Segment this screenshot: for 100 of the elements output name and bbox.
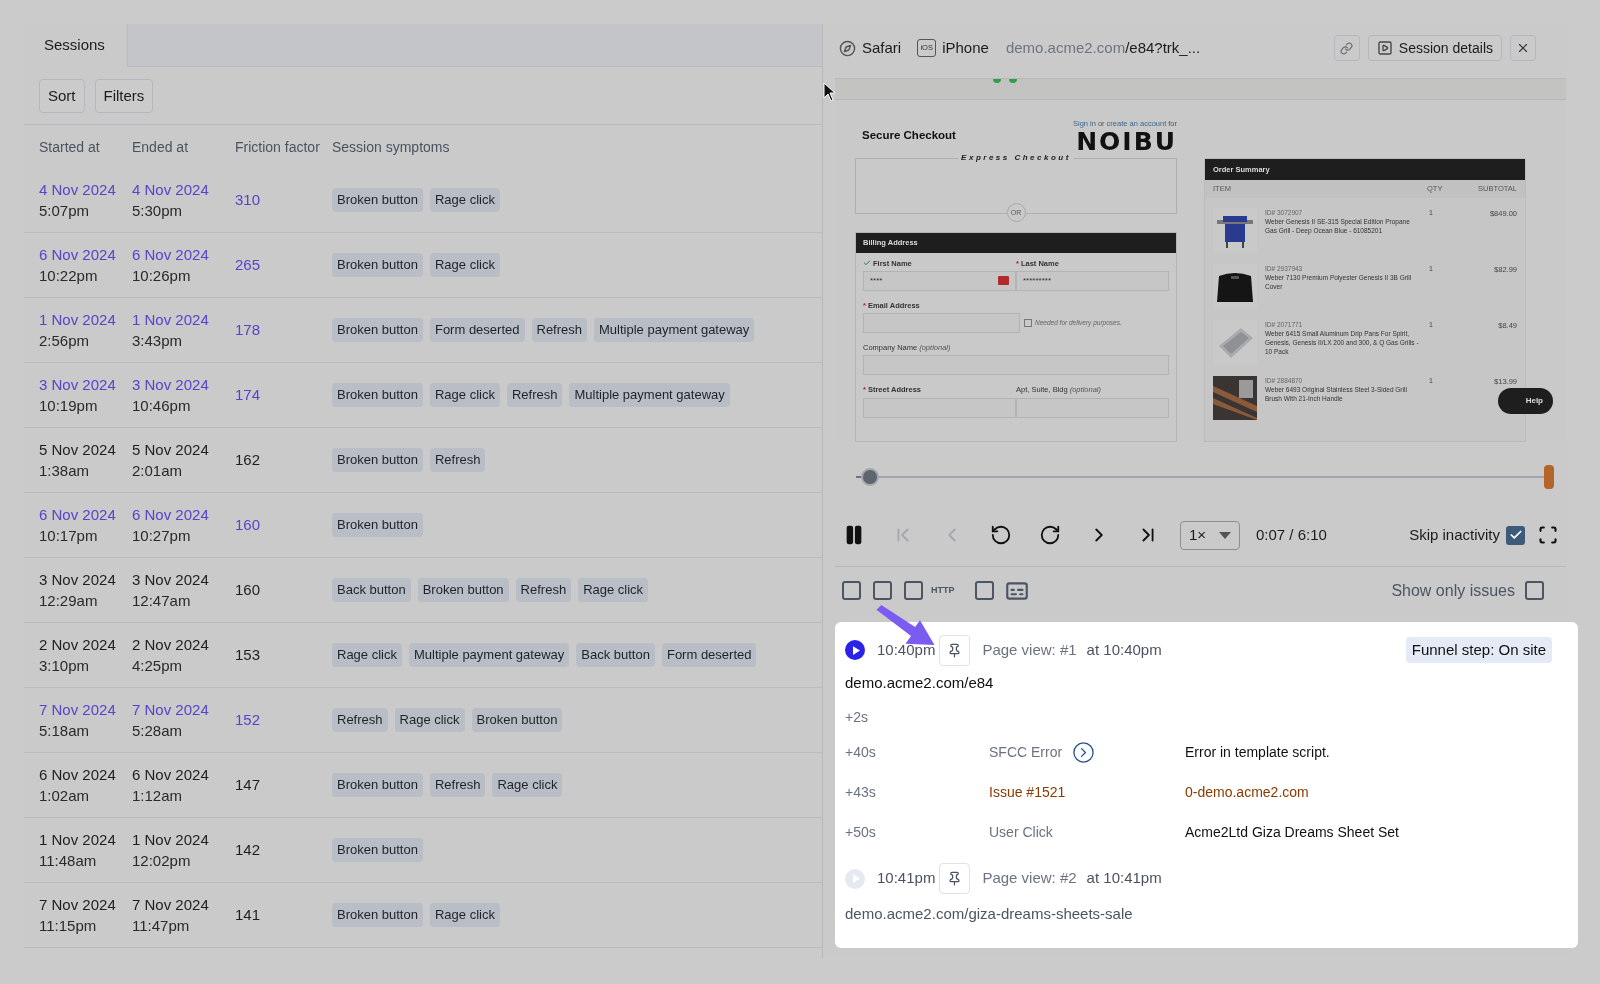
start-time: 10:19pm xyxy=(39,396,99,416)
symptom-tag: Form deserted xyxy=(661,643,757,667)
start-time: 10:17pm xyxy=(39,526,99,546)
symptom-tag: Broken button xyxy=(332,188,423,212)
caret-icon xyxy=(1219,531,1231,539)
session-row[interactable]: 5 Nov 2024 1:38am 5 Nov 2024 2:01am 162 Broken button Refresh xyxy=(24,428,822,493)
session-row[interactable]: 2 Nov 2024 3:10pm 2 Nov 2024 4:25pm 153 Rage click Multiple payment gateway Back button Form deserted xyxy=(24,623,822,688)
session-row[interactable]: 7 Nov 2024 5:18am 7 Nov 2024 5:28am 152 Refresh Rage click Broken button xyxy=(24,688,822,753)
toolbar-button[interactable]: Sort xyxy=(39,79,85,113)
toolbar-button[interactable]: Filters xyxy=(94,79,154,113)
pin-button[interactable] xyxy=(939,634,971,666)
symptom-tag: Broken button xyxy=(332,318,423,342)
friction-factor: 160 xyxy=(235,579,262,600)
symptom-tag: Broken button xyxy=(332,903,423,927)
page-url: demo.acme2.com/giza-dreams-sheets-sale xyxy=(845,903,1134,924)
input-field[interactable]: **** xyxy=(863,270,1016,291)
checkbox[interactable] xyxy=(1525,581,1544,600)
page-view-at: at 10:40pm xyxy=(1086,639,1162,660)
session-row[interactable]: 4 Nov 2024 5:07pm 4 Nov 2024 5:30pm 310 Broken button Rage click xyxy=(24,168,822,233)
rewind-icon[interactable] xyxy=(990,524,1012,546)
symptom-tag: Refresh xyxy=(332,708,388,732)
symptom-tag: Broken button xyxy=(417,578,509,602)
event-offset: +43s xyxy=(845,783,877,802)
checkbox[interactable] xyxy=(873,581,892,600)
session-row[interactable]: 1 Nov 2024 2:56pm 1 Nov 2024 3:43pm 178 Broken button Form deserted Refresh Multiple payment gateway xyxy=(24,298,822,363)
session-row[interactable]: 7 Nov 2024 11:15pm 7 Nov 2024 11:47pm 141 Broken button Rage click xyxy=(24,883,822,948)
end-date: 1 Nov 2024 xyxy=(132,830,210,850)
session-row[interactable]: 6 Nov 2024 10:22pm 6 Nov 2024 10:26pm 265 Broken button Rage click xyxy=(24,233,822,298)
close-button[interactable] xyxy=(1510,35,1536,61)
show-only-issues-label: Show only issues xyxy=(1391,580,1515,601)
pin-icon xyxy=(947,871,963,886)
play-icon[interactable] xyxy=(845,640,865,660)
column-header: Started at xyxy=(39,138,101,157)
friction-factor: 310 xyxy=(235,189,262,210)
session-row[interactable]: 3 Nov 2024 10:19pm 3 Nov 2024 10:46pm 174 Broken button Rage click Refresh Multiple payment gateway xyxy=(24,363,822,428)
event-offset: +2s xyxy=(845,708,868,727)
forward-icon[interactable] xyxy=(1039,524,1061,546)
copy-link-button[interactable] xyxy=(1333,35,1360,61)
end-date: 7 Nov 2024 xyxy=(132,895,210,915)
start-date: 3 Nov 2024 xyxy=(39,570,117,590)
pin-icon xyxy=(947,642,963,658)
symptom-tag: Broken button xyxy=(332,253,423,277)
friction-factor: 147 xyxy=(235,774,262,795)
checkbox[interactable] xyxy=(842,581,861,600)
fullscreen-icon[interactable] xyxy=(1538,525,1558,545)
input-field[interactable]: ********* xyxy=(1016,270,1169,291)
symptom-tag: Rage click xyxy=(429,253,500,277)
session-details-button[interactable]: Session details xyxy=(1367,35,1502,61)
start-date: 2 Nov 2024 xyxy=(39,635,117,655)
event-detail[interactable]: 0-demo.acme2.com xyxy=(1185,782,1568,803)
end-time: 2:01am xyxy=(132,461,184,481)
pin-button[interactable] xyxy=(939,863,971,894)
symptom-tag: Refresh xyxy=(506,383,563,407)
filter-label: HTTP xyxy=(931,583,955,597)
session-row[interactable]: 6 Nov 2024 10:17pm 6 Nov 2024 10:27pm 160 Broken button xyxy=(24,493,822,558)
cursor-icon xyxy=(823,82,837,102)
event-detail: Acme2Ltd Giza Dreams Sheet Set xyxy=(1185,823,1400,842)
symptom-tag: Multiple payment gateway xyxy=(569,383,730,407)
end-time: 5:28am xyxy=(132,721,184,741)
start-time: 1:38am xyxy=(39,461,91,481)
event-detail: Error in template script. xyxy=(1185,743,1331,762)
checkbox[interactable] xyxy=(1506,525,1525,545)
details-icon[interactable] xyxy=(1072,741,1096,764)
device-name: iPhone xyxy=(942,37,989,58)
friction-factor: 141 xyxy=(235,904,262,925)
session-row[interactable]: 3 Nov 2024 12:29am 3 Nov 2024 12:47am 160 Back button Broken button Refresh Rage click xyxy=(24,558,822,623)
end-date: 1 Nov 2024 xyxy=(132,310,210,330)
start-date: 6 Nov 2024 xyxy=(39,505,117,525)
express-checkout-title: Express Checkout xyxy=(958,152,1074,165)
speed-select[interactable]: 1× xyxy=(1180,520,1240,550)
session-row[interactable]: 6 Nov 2024 1:02am 6 Nov 2024 1:12am 147 Broken button Refresh Rage click xyxy=(24,753,822,818)
event-type: SFCC Error xyxy=(989,743,1063,762)
url-host: demo.acme2.com xyxy=(1005,37,1126,58)
compass-icon xyxy=(839,39,856,57)
symptom-tag: Broken button xyxy=(332,448,423,472)
end-time: 10:26pm xyxy=(132,266,192,286)
checkbox[interactable] xyxy=(974,581,994,600)
end-marker[interactable] xyxy=(1544,465,1554,489)
friction-factor: 152 xyxy=(235,709,262,730)
skip-inactivity-label: Skip inactivity xyxy=(1409,524,1500,545)
help-button[interactable]: Help xyxy=(1497,387,1553,414)
friction-factor: 142 xyxy=(235,839,262,860)
symptom-tag: Refresh xyxy=(429,448,486,472)
symptom-tag: Form deserted xyxy=(429,318,525,342)
start-date: 1 Nov 2024 xyxy=(39,830,117,850)
end-date: 6 Nov 2024 xyxy=(132,505,210,525)
symptom-tag: Rage click xyxy=(492,773,563,797)
end-time: 12:47am xyxy=(132,591,192,611)
link-icon xyxy=(1340,41,1354,55)
end-time: 12:02pm xyxy=(132,851,192,871)
start-date: 5 Nov 2024 xyxy=(39,440,117,460)
symptom-tag: Broken button xyxy=(332,383,423,407)
symptom-tag: Rage click xyxy=(578,578,649,602)
checkbox[interactable] xyxy=(904,581,923,600)
event-type: User Click xyxy=(989,823,1053,842)
symptom-tag: Refresh xyxy=(515,578,572,602)
session-row[interactable]: 1 Nov 2024 11:48am 1 Nov 2024 12:02pm 142 Broken button xyxy=(24,818,822,883)
timeline-thumb[interactable] xyxy=(860,468,879,486)
event-type: Issue #1521 xyxy=(989,783,1066,802)
checkbox[interactable] xyxy=(1024,319,1032,327)
